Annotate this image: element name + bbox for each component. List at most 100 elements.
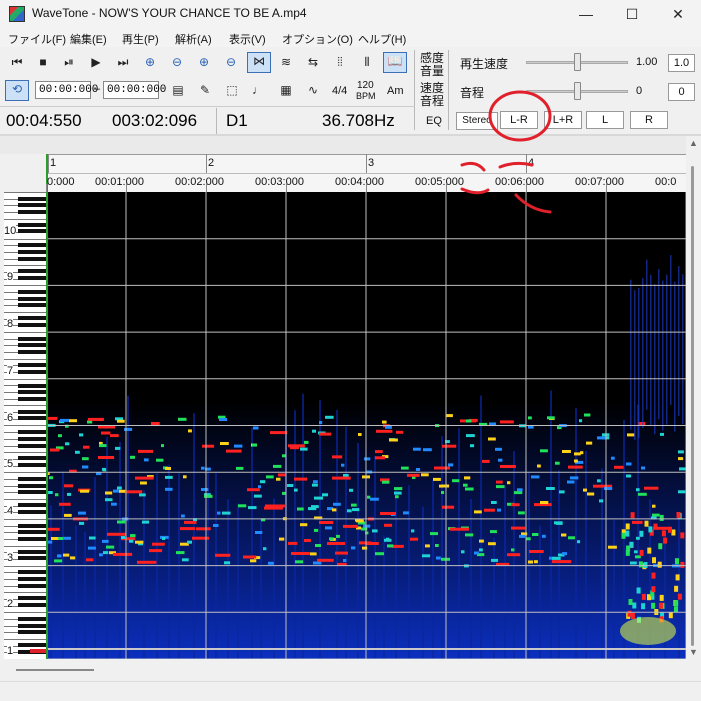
volume-label[interactable]: 音量 xyxy=(420,62,444,79)
black-key[interactable] xyxy=(18,336,46,341)
black-key[interactable] xyxy=(18,523,46,528)
white-key[interactable] xyxy=(4,332,46,334)
black-key[interactable] xyxy=(18,623,46,628)
white-key[interactable] xyxy=(4,378,46,380)
zoom-in-vertical-icon[interactable]: ⊕ xyxy=(193,53,215,72)
key-label[interactable]: Am xyxy=(387,85,404,97)
range-end-field[interactable]: 00:00:000 xyxy=(103,81,166,99)
note-icon[interactable]: ♩ xyxy=(247,81,269,100)
black-key[interactable] xyxy=(18,490,46,495)
horizontal-scrollbar[interactable] xyxy=(0,659,701,701)
white-key[interactable] xyxy=(4,192,46,193)
black-key[interactable] xyxy=(18,369,46,374)
menu-edit[interactable]: 編集(E) xyxy=(70,31,107,47)
loop-icon[interactable]: ⟲ xyxy=(5,80,29,101)
black-key[interactable] xyxy=(18,396,46,401)
speed-slider-thumb[interactable] xyxy=(573,53,581,71)
scroll-up-icon[interactable]: ▲ xyxy=(689,138,698,148)
black-key[interactable] xyxy=(18,456,46,461)
black-key[interactable] xyxy=(18,549,46,554)
menu-help[interactable]: ヘルプ(H) xyxy=(358,31,406,47)
black-key[interactable] xyxy=(18,476,46,481)
black-key[interactable] xyxy=(18,536,46,541)
vertical-scrollbar[interactable]: ▲ ▼ xyxy=(686,136,700,659)
white-key[interactable] xyxy=(4,452,46,454)
white-key[interactable] xyxy=(4,545,46,547)
white-key[interactable] xyxy=(4,518,46,520)
zoom-out-vertical-icon[interactable]: ⊖ xyxy=(220,53,242,72)
black-key[interactable] xyxy=(18,617,46,621)
rewind-button[interactable]: ⏮ xyxy=(6,53,28,72)
black-key[interactable] xyxy=(18,196,46,201)
black-key[interactable] xyxy=(18,576,46,581)
black-key[interactable] xyxy=(18,343,46,348)
black-key[interactable] xyxy=(18,350,46,355)
curve-icon[interactable]: ∿ xyxy=(302,81,324,100)
black-key[interactable] xyxy=(18,530,46,535)
play-button[interactable]: ▶ xyxy=(85,53,107,72)
black-key[interactable] xyxy=(18,502,46,507)
time-ruler[interactable]: 1 2 3 4 0:000 00:01:000 00:02:000 00:03:000 00:0… xyxy=(46,154,687,192)
white-key[interactable] xyxy=(4,472,46,474)
black-key[interactable] xyxy=(18,322,46,327)
channel-stereo-button[interactable]: Stereo xyxy=(456,112,498,130)
black-key[interactable] xyxy=(18,416,46,421)
black-key[interactable] xyxy=(18,362,46,367)
white-key[interactable] xyxy=(4,312,46,314)
black-key[interactable] xyxy=(18,556,46,561)
spectrogram[interactable] xyxy=(46,192,686,659)
white-key[interactable] xyxy=(4,425,46,427)
white-key[interactable] xyxy=(4,218,46,220)
channel-l-minus-r-button[interactable]: L-R xyxy=(500,111,538,129)
black-key[interactable] xyxy=(18,303,46,308)
black-key[interactable] xyxy=(18,630,46,635)
grid-icon[interactable]: ▦ xyxy=(275,81,297,100)
black-key[interactable] xyxy=(18,603,46,607)
pause-button[interactable]: ⏯ xyxy=(58,53,80,72)
black-key[interactable] xyxy=(18,643,46,647)
pitch-slider-thumb[interactable] xyxy=(573,82,581,100)
black-key[interactable] xyxy=(18,269,46,274)
pencil-icon[interactable]: ✎ xyxy=(194,81,216,100)
black-key[interactable] xyxy=(18,210,46,214)
fit-vertical-button[interactable]: ≋ xyxy=(275,53,297,72)
white-key[interactable] xyxy=(4,638,46,640)
minimize-button[interactable]: — xyxy=(563,0,609,28)
white-key[interactable] xyxy=(4,498,46,500)
black-key[interactable] xyxy=(18,256,46,261)
black-key[interactable] xyxy=(18,250,46,254)
maximize-button[interactable]: ☐ xyxy=(609,0,655,28)
swap-arrows-icon[interactable]: ⇆ xyxy=(302,53,324,72)
black-key[interactable] xyxy=(18,570,46,575)
eq-button[interactable]: EQ xyxy=(426,115,442,127)
time-signature[interactable]: 4/4 xyxy=(332,85,347,97)
pitch-label-small[interactable]: 音程 xyxy=(420,92,444,109)
bar-icon[interactable]: ⫴ xyxy=(356,53,378,72)
black-key[interactable] xyxy=(18,409,46,414)
black-key[interactable] xyxy=(18,203,46,208)
white-key[interactable] xyxy=(4,405,46,407)
black-key[interactable] xyxy=(18,276,46,281)
black-key[interactable] xyxy=(18,596,46,601)
black-key[interactable] xyxy=(18,290,46,295)
black-key[interactable] xyxy=(18,430,46,435)
stop-button[interactable]: ■ xyxy=(32,53,54,72)
zoom-out-horizontal-icon[interactable]: ⊖ xyxy=(166,53,188,72)
scroll-down-icon[interactable]: ▼ xyxy=(689,647,698,657)
white-key[interactable] xyxy=(4,285,46,287)
pitch-reset-button[interactable]: 0 xyxy=(668,83,695,101)
black-key[interactable] xyxy=(18,436,46,441)
horizontal-scroll-thumb[interactable] xyxy=(16,669,94,671)
fast-forward-button[interactable]: ⏭ xyxy=(112,53,134,72)
black-key[interactable] xyxy=(18,222,46,227)
select-rect-icon[interactable]: ⬚ xyxy=(221,81,243,100)
white-key[interactable] xyxy=(4,358,46,360)
range-start-field[interactable]: 00:00:000 xyxy=(35,81,98,99)
menu-options[interactable]: オプション(O) xyxy=(282,31,353,47)
black-key[interactable] xyxy=(18,296,46,301)
channel-r-button[interactable]: R xyxy=(630,111,668,129)
white-key[interactable] xyxy=(4,565,46,567)
black-key[interactable] xyxy=(18,443,46,448)
black-key[interactable] xyxy=(18,462,46,467)
black-key[interactable] xyxy=(18,483,46,488)
